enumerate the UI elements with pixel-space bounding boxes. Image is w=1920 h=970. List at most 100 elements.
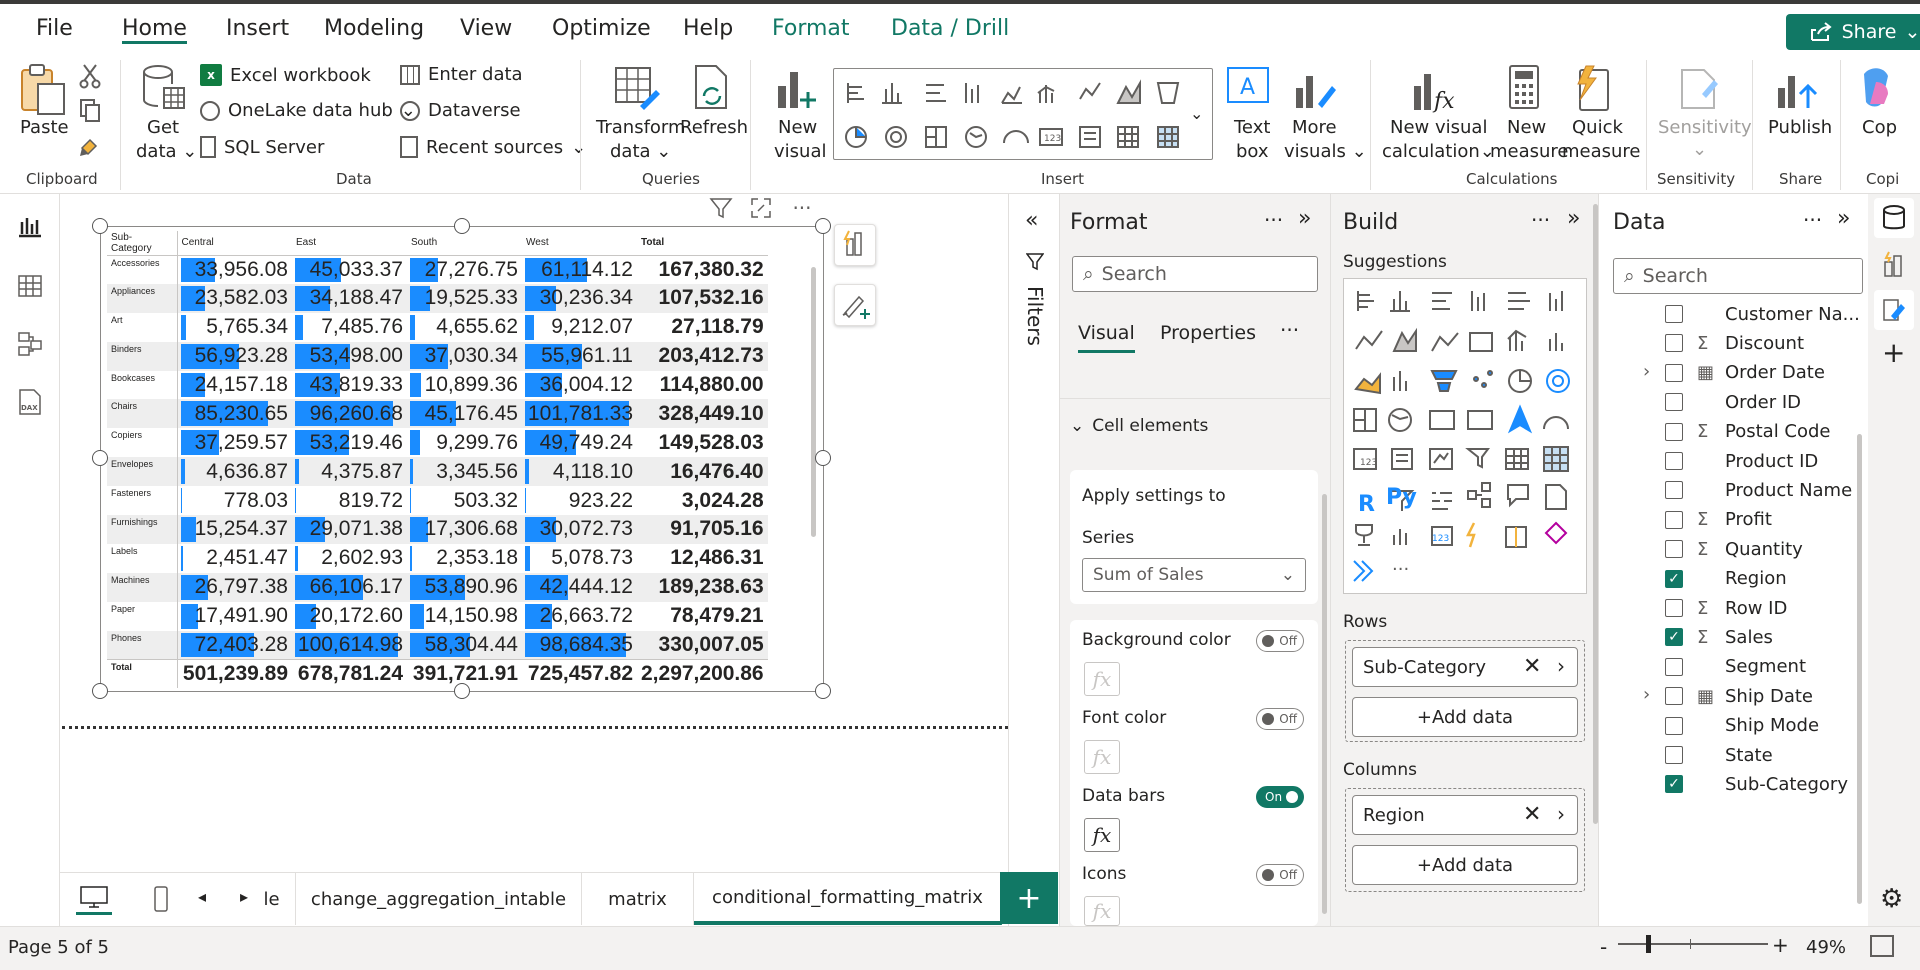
resize-handle[interactable] xyxy=(454,218,470,234)
field-item[interactable]: Region xyxy=(1697,565,1787,593)
sensitivity-button[interactable] xyxy=(1676,64,1720,114)
grand-total-cell[interactable]: 2,297,200.86 xyxy=(637,658,768,689)
value-cell[interactable]: 49,749.24 xyxy=(522,428,637,457)
column-total-cell[interactable]: 501,239.89 xyxy=(177,658,292,689)
field-checkbox[interactable] xyxy=(1665,363,1683,382)
matrix-header-cell[interactable]: Sub-Category xyxy=(107,231,178,256)
matrix-header-cell[interactable]: East xyxy=(292,231,407,256)
value-cell[interactable]: 58,304.44 xyxy=(407,630,522,660)
model-view-icon[interactable] xyxy=(14,328,46,360)
sql-server-button[interactable]: SQL Server xyxy=(200,136,324,158)
value-cell[interactable]: 101,781.33 xyxy=(522,399,637,429)
add-pane-icon[interactable]: + xyxy=(1882,336,1905,369)
menu-help[interactable]: Help xyxy=(683,14,733,44)
field-checkbox[interactable] xyxy=(1665,393,1683,412)
value-cell[interactable]: 2,451.47 xyxy=(177,544,292,573)
fx-button[interactable]: fx xyxy=(1084,896,1120,926)
value-cell[interactable]: 9,212.07 xyxy=(522,313,637,342)
tab-matrix[interactable]: matrix xyxy=(582,873,694,925)
value-cell[interactable]: 100,614.98 xyxy=(292,630,407,660)
format-pane-icon[interactable] xyxy=(1874,290,1914,330)
collapse-pane-icon[interactable]: » xyxy=(1837,206,1850,231)
collapse-icon[interactable]: « xyxy=(1025,208,1038,233)
matrix-header-cell[interactable]: South xyxy=(407,231,522,256)
zoom-slider-thumb[interactable] xyxy=(1646,935,1651,953)
data-bars-toggle[interactable]: On xyxy=(1256,786,1304,808)
row-total-cell[interactable]: 12,486.31 xyxy=(637,544,768,573)
more-options-icon[interactable]: ··· xyxy=(1264,208,1283,232)
value-cell[interactable]: 2,353.18 xyxy=(407,544,522,573)
refresh-button[interactable] xyxy=(690,62,734,118)
matrix-header-cell[interactable]: Total xyxy=(637,231,768,256)
remove-field-icon[interactable]: ✕ xyxy=(1523,654,1541,679)
field-item[interactable]: ▦ Ship Date xyxy=(1697,682,1813,710)
value-cell[interactable]: 26,663.72 xyxy=(522,602,637,631)
row-total-cell[interactable]: 328,449.10 xyxy=(637,399,768,429)
value-cell[interactable]: 61,114.12 xyxy=(522,255,637,284)
field-checkbox[interactable]: ✓ xyxy=(1665,775,1683,794)
resize-handle[interactable] xyxy=(92,218,108,234)
matrix-header-cell[interactable]: West xyxy=(522,231,637,256)
columns-add-data-button[interactable]: +Add data xyxy=(1352,845,1578,885)
get-data-button[interactable] xyxy=(140,62,190,122)
value-cell[interactable]: 98,684.35 xyxy=(522,630,637,660)
value-cell[interactable]: 819.72 xyxy=(292,486,407,515)
field-checkbox[interactable] xyxy=(1665,687,1683,706)
dax-query-view-icon[interactable]: DAX xyxy=(14,386,46,418)
menu-optimize[interactable]: Optimize xyxy=(552,14,651,44)
value-cell[interactable]: 15,254.37 xyxy=(177,515,292,544)
column-total-cell[interactable]: 678,781.24 xyxy=(292,658,407,689)
zoom-in-button[interactable]: + xyxy=(1772,933,1789,957)
row-total-cell[interactable]: 149,528.03 xyxy=(637,428,768,457)
resize-handle[interactable] xyxy=(92,683,108,699)
row-total-cell[interactable]: 189,238.63 xyxy=(637,572,768,602)
row-header-cell[interactable]: Paper xyxy=(107,601,178,631)
more-visuals-button[interactable] xyxy=(1292,64,1338,114)
row-header-cell[interactable]: Accessories xyxy=(107,255,178,284)
value-cell[interactable]: 27,276.75 xyxy=(407,255,522,284)
row-total-cell[interactable]: 167,380.32 xyxy=(637,255,768,284)
fx-button[interactable]: fx xyxy=(1084,740,1120,774)
value-cell[interactable]: 42,444.12 xyxy=(522,572,637,602)
data-scrollbar[interactable] xyxy=(1857,434,1862,904)
more-options-icon[interactable]: ··· xyxy=(1531,208,1550,232)
row-total-cell[interactable]: 16,476.40 xyxy=(637,457,768,487)
background-color-toggle[interactable]: Off xyxy=(1256,630,1304,652)
value-cell[interactable]: 10,899.36 xyxy=(407,371,522,400)
value-cell[interactable]: 7,485.76 xyxy=(292,313,407,342)
value-cell[interactable]: 19,525.33 xyxy=(407,283,522,313)
field-checkbox[interactable] xyxy=(1665,510,1683,529)
enter-data-button[interactable]: Enter data xyxy=(400,64,523,85)
value-cell[interactable]: 5,078.73 xyxy=(522,544,637,573)
matrix-scrollbar[interactable] xyxy=(811,267,816,537)
value-cell[interactable]: 30,236.34 xyxy=(522,283,637,313)
field-checkbox[interactable] xyxy=(1665,481,1683,500)
value-cell[interactable]: 2,602.93 xyxy=(292,544,407,573)
field-item[interactable]: Σ Postal Code xyxy=(1697,418,1831,446)
value-cell[interactable]: 36,004.12 xyxy=(522,371,637,400)
fit-to-page-icon[interactable] xyxy=(1870,935,1894,957)
value-cell[interactable]: 3,345.56 xyxy=(407,457,522,487)
field-checkbox[interactable] xyxy=(1665,657,1683,676)
field-checkbox[interactable] xyxy=(1665,746,1683,764)
value-cell[interactable]: 53,890.96 xyxy=(407,572,522,602)
value-cell[interactable]: 37,030.34 xyxy=(407,341,522,371)
row-header-cell[interactable]: Copiers xyxy=(107,428,178,458)
field-item[interactable]: Σ Profit xyxy=(1697,506,1772,534)
filters-pane-collapsed[interactable]: « Filters xyxy=(1008,194,1060,926)
table-view-icon[interactable] xyxy=(14,270,46,302)
field-item[interactable]: Order ID xyxy=(1697,388,1801,416)
build-visual-button[interactable] xyxy=(834,224,876,266)
field-item[interactable]: Segment xyxy=(1697,653,1806,681)
row-header-cell[interactable]: Art xyxy=(107,312,178,342)
text-box-button[interactable]: A xyxy=(1226,66,1270,110)
row-total-cell[interactable]: 3,024.28 xyxy=(637,486,768,515)
field-checkbox[interactable] xyxy=(1665,716,1683,735)
format-visual-button[interactable] xyxy=(834,284,876,326)
series-dropdown[interactable]: Sum of Sales ⌄ xyxy=(1082,558,1306,592)
remove-field-icon[interactable]: ✕ xyxy=(1523,802,1541,827)
tab-visual[interactable]: Visual xyxy=(1078,322,1135,353)
share-button[interactable]: Share ⌄ xyxy=(1786,14,1920,50)
value-cell[interactable]: 29,071.38 xyxy=(292,515,407,544)
resize-handle[interactable] xyxy=(815,450,831,466)
